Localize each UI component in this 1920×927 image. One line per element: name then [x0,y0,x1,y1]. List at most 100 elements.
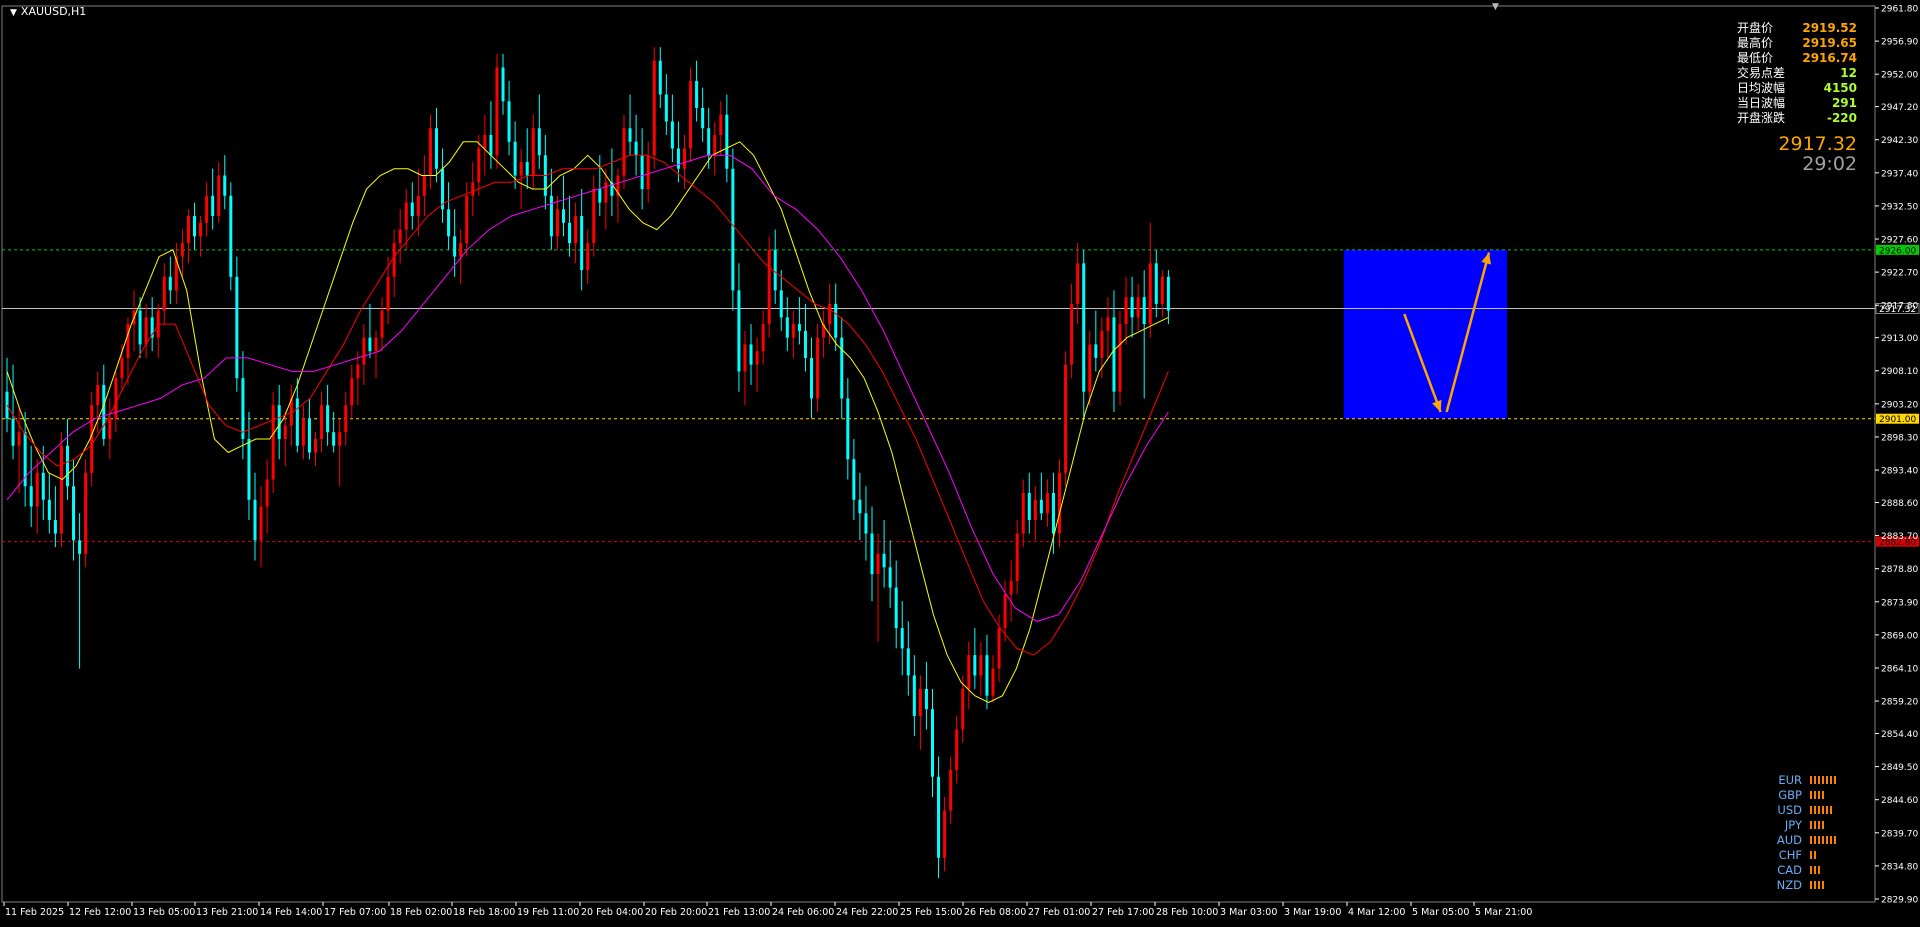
candle-body [416,195,420,217]
candle-body [483,134,487,149]
x-tick-label: 3 Mar 03:00 [1220,907,1277,918]
strength-bar [1822,820,1824,829]
candle-body [676,148,680,169]
info-value: 12 [1840,66,1857,80]
info-row: 最高价 2919.65 [1737,36,1857,51]
candle-body [682,148,686,169]
candle-body [271,405,275,480]
candle-body [513,141,517,176]
candle-body [701,107,705,129]
candle-body [332,432,336,446]
candle-body [368,337,372,352]
candle-body [362,337,366,365]
candle-body [102,384,106,439]
candle-body [344,405,348,433]
symbol-title: ▼ XAUUSD,H1 [10,5,87,18]
candle-body [229,195,233,277]
candle-body [313,438,317,453]
y-tick-label: 2854.40 [1881,730,1918,740]
candle-body [90,405,94,473]
info-row: 最低价 2916.74 [1737,51,1857,66]
candle-body [1106,317,1110,331]
strength-bar [1814,790,1816,799]
info-row: 当日波幅 291 [1737,96,1857,111]
candle-body [967,655,971,689]
candle-body [791,324,795,338]
y-tick-label: 2859.20 [1881,698,1918,708]
candle-body [924,688,928,710]
candle-body [949,769,953,811]
candle-body [955,729,959,770]
candle-body [392,243,396,277]
candle-body [193,216,197,237]
candle-body [1082,263,1086,392]
candle-body [834,303,838,338]
y-tick-label: 2927.60 [1881,236,1918,246]
candle-body [265,479,269,507]
x-tick-label: 13 Feb 21:00 [196,907,258,918]
candle-body [652,60,656,156]
currency-strength-panel: EUR GBP USD JPY AUD CHF CAD NZD [1762,772,1838,892]
candle-body [858,499,862,514]
candle-body [912,675,916,716]
candle-body [1070,303,1074,365]
candle-body [640,155,644,190]
x-tick-label: 25 Feb 15:00 [900,907,962,918]
candle-body [1009,580,1013,595]
candle-body [725,114,729,169]
candle-body [126,324,130,358]
x-tick-label: 27 Feb 17:00 [1092,907,1154,918]
strength-row: CHF [1762,847,1838,862]
info-value: 2919.52 [1802,21,1857,35]
strength-row: JPY [1762,817,1838,832]
price-chart[interactable]: 2926.002917.322901.002882.80 2961.80 2956… [0,0,1920,927]
candle-body [29,486,33,507]
candle-body [761,324,765,352]
y-tick-label: 2908.10 [1881,367,1918,377]
candle-body [731,168,735,291]
candle-body [489,134,493,156]
candle-body [477,148,481,183]
candle-body [144,317,148,345]
candle-body [695,80,699,108]
candle-body [707,128,711,156]
candle-body [574,216,578,244]
strength-row: CAD [1762,862,1838,877]
x-tick-label: 13 Feb 05:00 [133,907,195,918]
x-tick-label: 19 Feb 11:00 [517,907,579,918]
candle-body [168,276,172,291]
strength-bar [1810,865,1812,874]
candle-body [471,182,475,196]
candle-body [1136,297,1140,318]
candle-body [72,486,76,541]
candle-body [906,648,910,676]
x-tick-label: 11 Feb 2025 [5,907,64,918]
candle-body [465,195,469,244]
candle-body [797,324,801,331]
y-tick-label: 2888.60 [1881,499,1918,509]
current-price-display: 2917.32 [1778,133,1857,155]
strength-bars [1810,835,1838,844]
candle-body [41,472,45,500]
triangle-down-icon[interactable]: ▼ [10,8,17,18]
candle-body [374,337,378,352]
x-tick-label: 5 Mar 05:00 [1412,907,1469,918]
candle-body [1088,344,1092,392]
candle-body [108,418,112,439]
y-tick-label: 2898.30 [1881,433,1918,443]
strength-bar [1814,835,1816,844]
strength-row: EUR [1762,772,1838,787]
candle-body [453,236,457,257]
strength-bar [1810,820,1812,829]
candle-body [622,128,626,176]
candle-body [882,553,886,568]
candle-body [283,425,287,439]
y-tick-label: 2829.90 [1881,896,1918,906]
candle-body [562,209,566,223]
candle-body [1051,493,1055,534]
candle-body [205,195,209,223]
candle-body [301,418,305,446]
scroll-marker-icon[interactable]: ▼ [1492,2,1499,12]
candle-body [943,810,947,858]
candle-body [410,202,414,217]
